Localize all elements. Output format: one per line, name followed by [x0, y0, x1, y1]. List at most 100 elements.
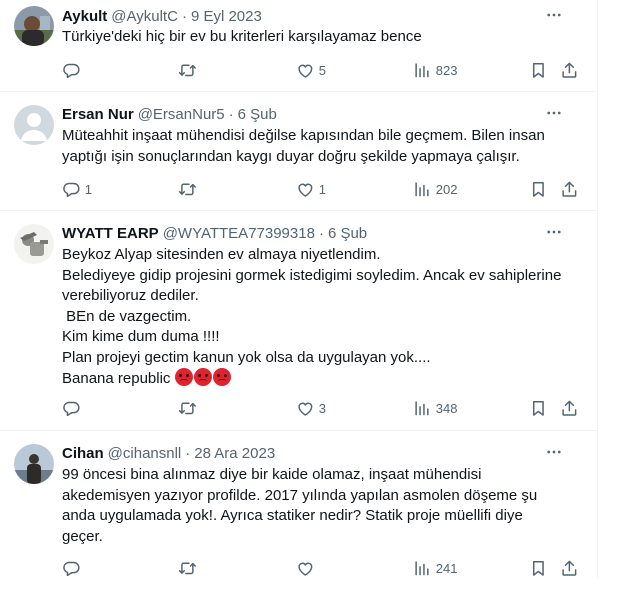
views-button[interactable]: 823: [413, 60, 457, 80]
like-button[interactable]: [296, 558, 319, 578]
tweet-text-line: verebiliyoruz dediler.: [62, 287, 199, 304]
tweet-text-line: BEn de vazgectim.: [62, 307, 192, 325]
bookmark-button[interactable]: [529, 179, 548, 199]
avatar[interactable]: [14, 444, 54, 484]
share-button[interactable]: [560, 558, 579, 578]
bookmark-button[interactable]: [529, 558, 548, 578]
tweet[interactable]: Aykult @AykultC · 9 Eyl 2023 Türkiye'dek…: [0, 0, 597, 92]
timestamp[interactable]: 9 Eyl 2023: [191, 8, 262, 25]
view-count: 202: [435, 181, 458, 197]
view-count: 241: [435, 560, 458, 576]
reply-icon: [63, 182, 80, 197]
bookmark-button[interactable]: [529, 60, 548, 80]
handle[interactable]: @ErsanNur5: [138, 106, 225, 123]
more-icon[interactable]: [543, 442, 565, 462]
tweet-text-line: Türkiye'deki hiç bir ev bu kriterleri ka…: [62, 28, 422, 45]
like-button[interactable]: 5: [296, 60, 326, 80]
action-bar: 241: [62, 558, 592, 578]
separator: ·: [318, 224, 324, 242]
bookmark-button[interactable]: [529, 398, 548, 418]
tweet-text: Türkiye'deki hiç bir ev bu kriterleri ka…: [62, 27, 573, 48]
like-button[interactable]: 1: [296, 179, 326, 199]
handle[interactable]: @WYATTEA77399318: [163, 225, 315, 242]
views-icon: [415, 401, 429, 415]
tweet-text-segment: Banana republic: [62, 370, 171, 387]
avatar[interactable]: [14, 6, 54, 46]
views-button[interactable]: 202: [413, 179, 457, 199]
reply-button[interactable]: 1: [62, 179, 92, 199]
timestamp[interactable]: 6 Şub: [328, 225, 367, 242]
bookmark-icon: [532, 400, 544, 416]
more-icon[interactable]: [543, 103, 565, 123]
views-button[interactable]: 241: [413, 558, 457, 578]
tweet-text-line: Banana republic: [62, 368, 573, 390]
reply-count: 1: [84, 181, 92, 197]
share-button[interactable]: [560, 179, 579, 199]
heart-icon: [298, 562, 313, 576]
tweet-text-line: Müteahhit inşaat mühendisi değilse kapıs…: [62, 127, 545, 144]
timestamp[interactable]: 6 Şub: [238, 106, 277, 123]
reply-button[interactable]: [62, 60, 85, 80]
views-button[interactable]: 348: [413, 398, 457, 418]
like-count: 3: [318, 400, 326, 416]
share-button[interactable]: [560, 398, 579, 418]
action-bar: 5 823: [62, 60, 592, 80]
tweet[interactable]: Ersan Nur @ErsanNur5 · 6 Şub Müteahhit i…: [0, 92, 597, 211]
reply-button[interactable]: [62, 398, 85, 418]
share-icon: [562, 62, 577, 78]
tweet-text-line: Belediyeye gidip projesini gormek istedi…: [62, 266, 562, 284]
bookmark-icon: [532, 62, 544, 78]
separator: ·: [181, 7, 187, 25]
reply-button[interactable]: [62, 558, 85, 578]
reply-icon: [63, 63, 80, 78]
view-count: 348: [435, 400, 458, 416]
handle[interactable]: @AykultC: [111, 8, 178, 25]
tweet-header: Aykult @AykultC · 9 Eyl 2023: [62, 6, 581, 26]
avatar[interactable]: [14, 105, 54, 145]
display-name[interactable]: Aykult: [62, 8, 107, 25]
tweet-text-line: Plan projeyi gectim kanun yok olsa da uy…: [62, 348, 431, 366]
action-bar: 1 1 202: [62, 179, 592, 199]
tweet-text: 99 öncesi bina alınmaz diye bir kaide ol…: [62, 465, 573, 547]
like-count: 5: [318, 62, 326, 78]
views-icon: [415, 561, 429, 575]
tweet-header: Cihan @cihansnll · 28 Ara 2023: [62, 443, 581, 463]
reply-icon: [63, 561, 80, 576]
tweet-text-line: Beykoz Alyap sitesinden ev almaya niyetl…: [62, 246, 381, 263]
tweet[interactable]: WYATT EARP @WYATTEA77399318 · 6 Şub Beyk…: [0, 211, 597, 431]
retweet-icon: [178, 562, 196, 574]
tweet-text-line: yaptığı işin sonuçlarından kaygı duyar d…: [62, 147, 520, 165]
share-icon: [562, 181, 577, 197]
handle[interactable]: @cihansnll: [108, 445, 182, 462]
retweet-button[interactable]: [178, 558, 201, 578]
angry-face-emoji: [174, 368, 193, 386]
retweet-button[interactable]: [178, 179, 201, 199]
tweet-text-line: akedemisyen yazıyor profilde. 2017 yılın…: [62, 486, 538, 504]
like-button[interactable]: 3: [296, 398, 326, 418]
bookmark-icon: [532, 560, 544, 576]
separator: ·: [228, 105, 234, 123]
tweet-text: Beykoz Alyap sitesinden ev almaya niyetl…: [62, 245, 573, 390]
retweet-button[interactable]: [178, 398, 201, 418]
more-icon[interactable]: [543, 5, 565, 25]
retweet-icon: [178, 402, 196, 414]
share-button[interactable]: [560, 60, 579, 80]
tweet-header: WYATT EARP @WYATTEA77399318 · 6 Şub: [62, 223, 581, 243]
timestamp[interactable]: 28 Ara 2023: [194, 445, 275, 462]
display-name[interactable]: Ersan Nur: [62, 106, 134, 123]
retweet-button[interactable]: [178, 60, 201, 80]
bookmark-icon: [532, 181, 544, 197]
action-bar: 3 348: [62, 398, 592, 418]
tweet-text: Müteahhit inşaat mühendisi değilse kapıs…: [62, 126, 573, 167]
avatar[interactable]: [14, 224, 54, 264]
tweet[interactable]: Cihan @cihansnll · 28 Ara 2023 99 öncesi…: [0, 431, 597, 591]
more-icon[interactable]: [543, 222, 565, 242]
separator: ·: [185, 444, 191, 462]
display-name[interactable]: WYATT EARP: [62, 225, 159, 242]
views-icon: [415, 182, 429, 196]
retweet-icon: [178, 183, 196, 195]
timeline: Aykult @AykultC · 9 Eyl 2023 Türkiye'dek…: [0, 0, 598, 578]
display-name[interactable]: Cihan: [62, 445, 104, 462]
views-icon: [415, 63, 429, 77]
heart-icon: [298, 64, 313, 78]
